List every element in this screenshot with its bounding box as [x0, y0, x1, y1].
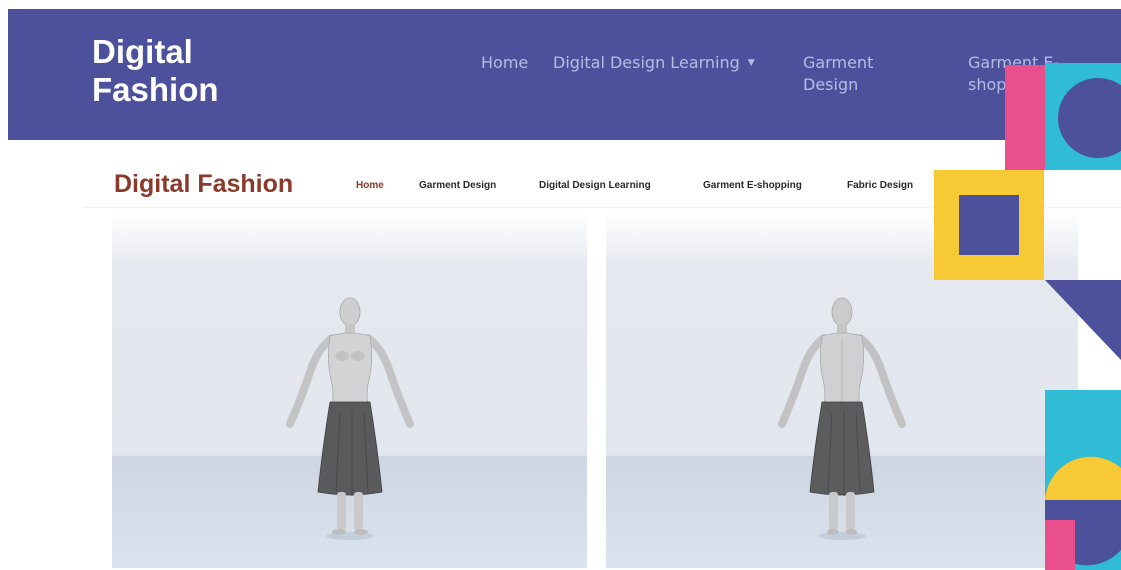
top-navbar: Digital Fashion Home Digital Design Lear…: [8, 9, 1121, 140]
inner-nav-garment-design[interactable]: Garment Design: [419, 180, 496, 191]
site-brand[interactable]: Digital Fashion: [92, 33, 219, 109]
inner-nav-digital-design-learning[interactable]: Digital Design Learning: [539, 180, 651, 191]
caret-down-icon: ▼: [747, 58, 755, 68]
nav-digital-design-learning[interactable]: Digital Design Learning ▼: [553, 52, 755, 74]
nav-garment-design[interactable]: Garment Design: [803, 52, 903, 96]
inner-site-brand[interactable]: Digital Fashion: [114, 170, 293, 199]
inner-nav-home[interactable]: Home: [356, 180, 384, 191]
inner-nav-fabric-design[interactable]: Fabric Design: [847, 180, 913, 191]
nav-home[interactable]: Home: [481, 52, 528, 74]
avatar-back-figure: [778, 297, 906, 540]
room-ceiling: [112, 212, 587, 264]
deco-pink-bottom-bar: [1045, 520, 1075, 570]
deco-indigo-square: [959, 195, 1019, 255]
brand-line-2: Fashion: [92, 71, 219, 108]
deco-white-gap: [1080, 212, 1121, 280]
brand-line-1: Digital: [92, 33, 193, 70]
deco-indigo-triangle: [1045, 280, 1121, 360]
deco-pink-bar: [1005, 65, 1045, 170]
inner-nav-garment-eshopping[interactable]: Garment E-shopping: [703, 180, 802, 191]
nav-digital-design-learning-label: Digital Design Learning: [553, 53, 740, 72]
avatar-front-figure: [285, 297, 414, 540]
front-view-viewport[interactable]: [112, 212, 587, 568]
